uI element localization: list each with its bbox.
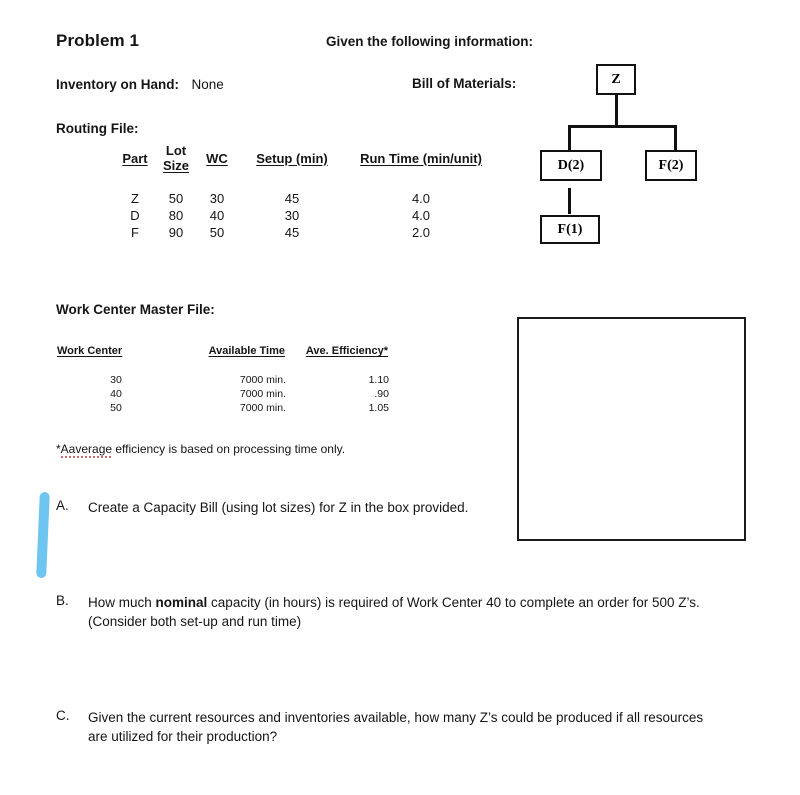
routing-cell-setup: 45 <box>284 225 300 240</box>
routing-table-header-row: Part Lot Size WC Setup (min) Run Time (m… <box>114 143 496 174</box>
question-c-text: Given the current resources and inventor… <box>88 710 704 745</box>
routing-cell-lot-size: 90 <box>168 225 184 240</box>
question-a-letter: A. <box>56 498 69 513</box>
footnote-rest: efficiency is based on processing time o… <box>112 442 346 456</box>
routing-cell-lot-size: 80 <box>168 208 184 223</box>
wc-cell-available-time: 7000 min. <box>239 374 286 386</box>
wc-header-efficiency: Ave. Efficiency* <box>305 345 388 357</box>
routing-cell-setup: 45 <box>284 191 300 206</box>
inventory-on-hand-label: Inventory on Hand: <box>56 77 180 92</box>
question-b-text-before: How much <box>88 595 156 610</box>
bom-connector-root-vertical <box>615 95 618 126</box>
wc-cell-available-time: 7000 min. <box>239 402 286 414</box>
document-page: Problem 1 Given the following informatio… <box>0 0 800 795</box>
wc-cell-efficiency: 1.10 <box>368 374 389 386</box>
question-b-letter: B. <box>56 593 69 608</box>
spacer-cell <box>196 174 238 190</box>
wc-cell-available-time: 7000 min. <box>239 388 286 400</box>
routing-cell-part: F <box>131 225 139 240</box>
footnote-misspelled-word: Aaverage <box>60 442 113 458</box>
page-title: Problem 1 <box>56 31 140 50</box>
bom-node-f2: F(2) <box>645 150 697 181</box>
routing-table-spacer-row <box>114 174 496 190</box>
routing-cell-wc: 30 <box>209 191 225 206</box>
inventory-on-hand-row: Inventory on Hand: None <box>56 76 224 94</box>
question-c-letter: C. <box>56 708 70 723</box>
bom-node-f1: F(1) <box>540 215 600 244</box>
routing-header-lot: Lot <box>165 143 187 158</box>
question-b: B. How much nominal capacity (in hours) … <box>56 593 724 631</box>
bom-node-d2: D(2) <box>540 150 602 181</box>
spacer-cell <box>114 174 156 190</box>
bom-connector-d-to-f-vertical <box>568 188 571 214</box>
routing-cell-run-time: 2.0 <box>411 225 431 240</box>
work-center-master-table: Work Center Available Time Ave. Efficien… <box>56 344 389 415</box>
routing-cell-lot-size: 50 <box>168 191 184 206</box>
table-row: F 90 50 45 2.0 <box>114 224 496 241</box>
question-a-text: Create a Capacity Bill (using lot sizes)… <box>88 500 469 515</box>
bill-of-materials-diagram: Z D(2) F(2) F(1) <box>516 60 756 250</box>
spacer-cell <box>286 359 389 373</box>
wc-cell-work-center: 50 <box>110 402 122 414</box>
table-row: 50 7000 min. 1.05 <box>56 401 389 415</box>
table-row: 40 7000 min. .90 <box>56 387 389 401</box>
routing-cell-wc: 40 <box>209 208 225 223</box>
routing-header-part: Part <box>122 150 148 166</box>
spacer-cell <box>56 359 176 373</box>
routing-cell-wc: 50 <box>209 225 225 240</box>
given-information-header: Given the following information: <box>326 34 533 49</box>
routing-cell-setup: 30 <box>284 208 300 223</box>
question-b-bold-word: nominal <box>155 595 208 610</box>
routing-cell-part: Z <box>131 191 139 206</box>
wc-header-work-center: Work Center <box>57 345 123 357</box>
question-a: A. Create a Capacity Bill (using lot siz… <box>56 498 506 517</box>
wc-cell-efficiency: .90 <box>374 388 389 400</box>
table-row: Z 50 30 45 4.0 <box>114 190 496 207</box>
spacer-cell <box>346 174 496 190</box>
wc-cell-work-center: 30 <box>110 374 122 386</box>
question-b-text: How much nominal capacity (in hours) is … <box>88 593 724 631</box>
blue-highlight-mark <box>36 491 50 579</box>
routing-file-table: Part Lot Size WC Setup (min) Run Time (m… <box>114 143 496 241</box>
routing-cell-part: D <box>130 208 140 223</box>
bom-connector-right-vertical <box>674 125 677 151</box>
question-c: C. Given the current resources and inven… <box>56 708 716 746</box>
footnote-marker: * <box>56 442 61 456</box>
routing-header-size: Size <box>162 158 189 173</box>
routing-cell-run-time: 4.0 <box>411 208 431 223</box>
work-center-header-row: Work Center Available Time Ave. Efficien… <box>56 344 389 359</box>
spacer-cell <box>156 174 196 190</box>
table-row: 30 7000 min. 1.10 <box>56 373 389 387</box>
table-row: D 80 40 30 4.0 <box>114 207 496 224</box>
routing-file-label: Routing File: <box>56 121 139 136</box>
wc-cell-work-center: 40 <box>110 388 122 400</box>
routing-cell-run-time: 4.0 <box>411 191 431 206</box>
spacer-cell <box>176 359 286 373</box>
efficiency-footnote: *Aaverage efficiency is based on process… <box>56 442 346 458</box>
bill-of-materials-label: Bill of Materials: <box>412 76 517 91</box>
routing-header-lot-size: Lot Size <box>156 143 196 174</box>
bom-connector-horizontal <box>568 125 676 128</box>
wc-cell-efficiency: 1.05 <box>368 402 389 414</box>
routing-header-setup: Setup (min) <box>256 150 328 166</box>
work-center-master-label: Work Center Master File: <box>56 302 215 317</box>
routing-header-run-time: Run Time (min/unit) <box>360 150 482 166</box>
inventory-on-hand-value: None <box>191 77 224 92</box>
bom-node-z: Z <box>596 64 636 95</box>
spacer-cell <box>238 174 346 190</box>
work-center-spacer-row <box>56 359 389 373</box>
bom-connector-left-vertical <box>568 125 571 151</box>
wc-header-available-time: Available Time <box>208 345 285 357</box>
routing-header-wc: WC <box>206 150 228 166</box>
capacity-bill-answer-box[interactable] <box>517 317 746 541</box>
